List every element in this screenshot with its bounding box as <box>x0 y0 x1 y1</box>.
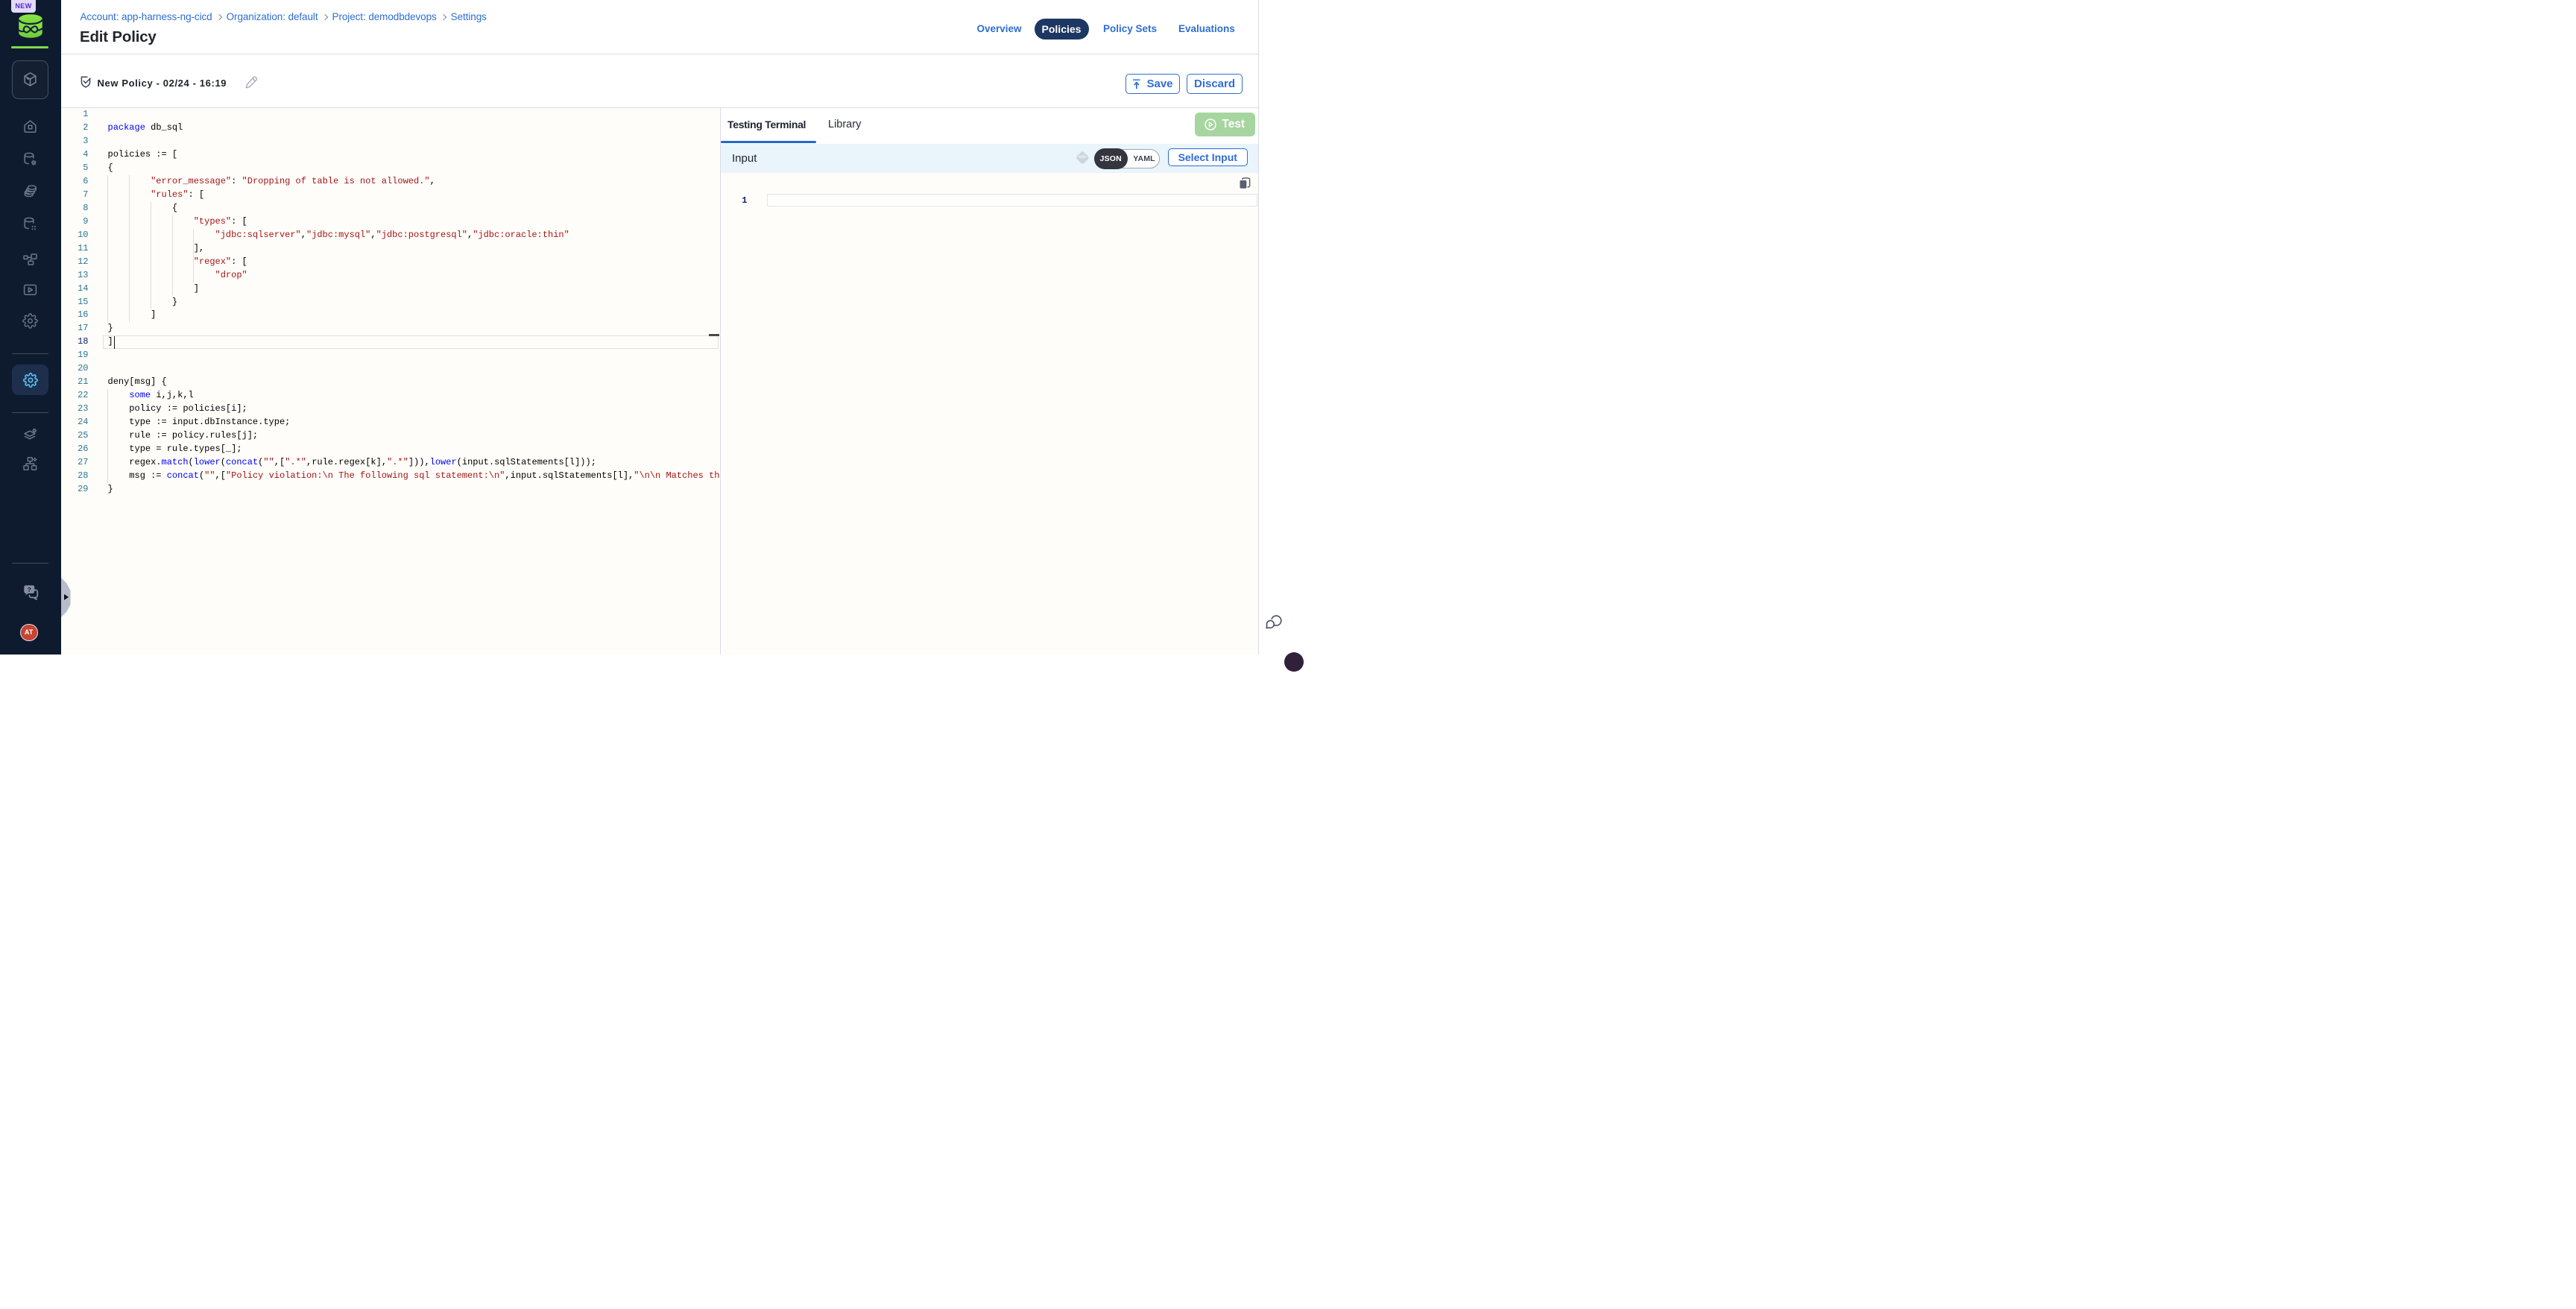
svg-text:?: ? <box>28 585 31 593</box>
